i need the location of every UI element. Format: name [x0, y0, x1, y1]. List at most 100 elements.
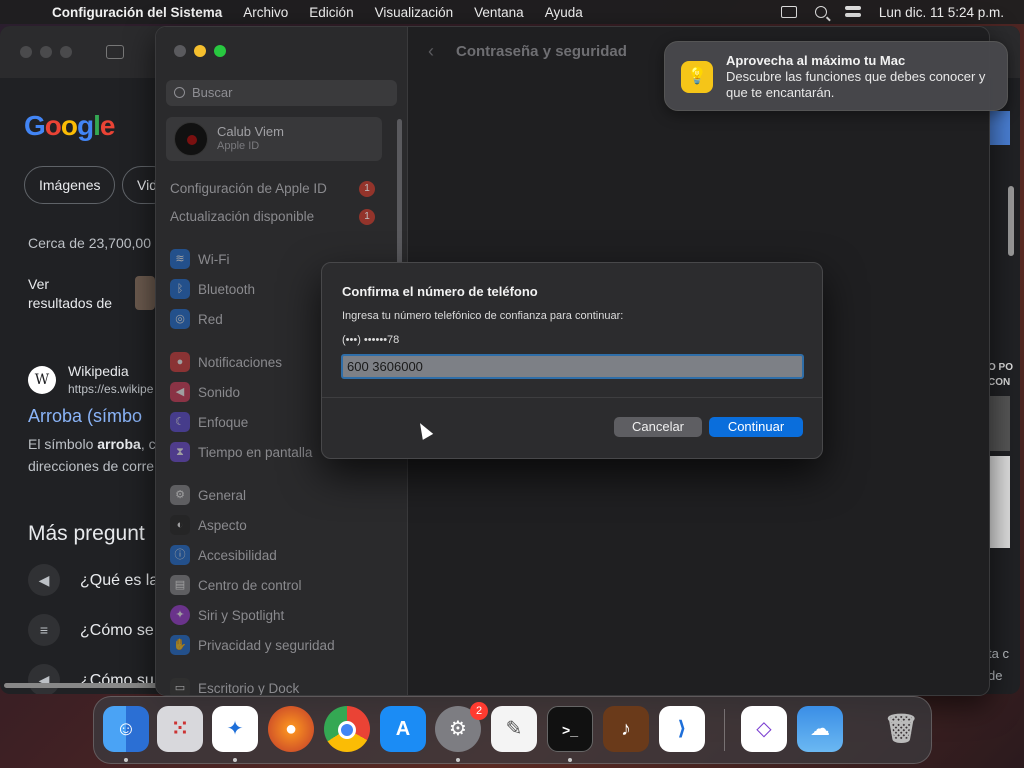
masked-phone-hint: (•••) ••••••78: [342, 334, 400, 346]
moon-icon: ☾: [170, 412, 190, 432]
wiki-snippet-2: direcciones de corre: [28, 458, 155, 474]
search-icon: [174, 87, 185, 98]
sidebar-item-wifi[interactable]: ≋ Wi-Fi: [170, 248, 229, 270]
sidebar-item-tiempo-en-pantalla[interactable]: ⧗ Tiempo en pantalla: [170, 441, 312, 463]
right-text-2: CON: [988, 377, 1011, 388]
window-controls: [174, 45, 226, 57]
gear-icon: ⚙: [170, 485, 190, 505]
speaker-icon: ◀: [28, 664, 60, 694]
sidebar-search-input[interactable]: Buscar: [166, 80, 397, 106]
chip-imagenes[interactable]: Imágenes: [24, 166, 116, 204]
apple-id-account[interactable]: Calub Viem Apple ID: [166, 117, 382, 161]
wiki-site-name: Wikipedia: [68, 363, 129, 379]
right-text-1: O PO: [988, 362, 1014, 373]
sidebar-item-centro-de-control[interactable]: ▤ Centro de control: [170, 574, 302, 596]
wiki-result-link[interactable]: Arroba (símbo: [28, 406, 142, 427]
sidebar-item-sonido[interactable]: ◀ Sonido: [170, 381, 240, 403]
vscode-icon[interactable]: ⟩: [659, 706, 705, 752]
continue-button[interactable]: Continuar: [709, 417, 803, 437]
confirm-phone-dialog: Confirma el número de teléfono Ingresa t…: [321, 262, 823, 459]
faq-item-1[interactable]: ¿Qué es la: [80, 572, 158, 590]
blue-edge-element: [988, 111, 1010, 145]
garageband-icon[interactable]: ♪: [603, 706, 649, 752]
menu-clock[interactable]: Lun dic. 11 5:24 p.m.: [879, 5, 1004, 20]
chrome-icon[interactable]: [324, 706, 370, 752]
notification-badge: 1: [359, 209, 375, 225]
notification-title: Aprovecha al máximo tu Mac: [726, 53, 906, 68]
more-questions-heading: Más pregunt: [28, 522, 145, 545]
close-button[interactable]: [174, 45, 186, 57]
speaker-icon: ◀: [28, 564, 60, 596]
menu-archivo[interactable]: Archivo: [243, 5, 288, 20]
weather-icon[interactable]: ☁: [797, 706, 843, 752]
back-chevron-icon[interactable]: ‹: [428, 41, 434, 62]
sidebar-item-general[interactable]: ⚙ General: [170, 484, 246, 506]
result-thumbnail[interactable]: [135, 276, 155, 310]
sidebar-item-bluetooth[interactable]: ᛒ Bluetooth: [170, 278, 255, 300]
browser-zoom-button[interactable]: [60, 46, 72, 58]
browser-minimize-button[interactable]: [40, 46, 52, 58]
menu-app-name[interactable]: Configuración del Sistema: [52, 5, 222, 20]
dock-separator: [724, 709, 725, 751]
terminal-icon[interactable]: >_: [547, 706, 593, 752]
zoom-button[interactable]: [214, 45, 226, 57]
sidebar-item-siri-spotlight[interactable]: ✦ Siri y Spotlight: [170, 604, 284, 626]
wiki-url[interactable]: https://es.wikipe: [68, 382, 153, 396]
list-icon: ≡: [28, 614, 60, 646]
visual-studio-icon[interactable]: ◇: [741, 706, 787, 752]
page-title: Contraseña y seguridad: [456, 43, 627, 60]
faq-item-2[interactable]: ¿Cómo se: [80, 622, 154, 640]
notification-banner[interactable]: 💡 Aprovecha al máximo tu Mac Descubre la…: [664, 41, 1008, 111]
accessibility-icon: ⓘ: [170, 545, 190, 565]
update-available-row[interactable]: Actualización disponible: [170, 209, 314, 224]
photo-image[interactable]: [988, 456, 1010, 548]
sidebar-item-escritorio-dock[interactable]: ▭ Escritorio y Dock: [170, 677, 299, 695]
notification-badge: 1: [359, 181, 375, 197]
textedit-icon[interactable]: ✎: [491, 706, 537, 752]
browser-close-button[interactable]: [20, 46, 32, 58]
globe-icon: ◎: [170, 309, 190, 329]
sidebar-item-accesibilidad[interactable]: ⓘ Accesibilidad: [170, 544, 277, 566]
sidebar-item-notificaciones[interactable]: ● Notificaciones: [170, 351, 282, 373]
menu-ventana[interactable]: Ventana: [474, 5, 524, 20]
siri-icon: ✦: [170, 605, 190, 625]
control-center-icon[interactable]: [844, 6, 861, 18]
user-subtitle: Apple ID: [217, 140, 260, 152]
sidebar-toggle-icon[interactable]: [106, 45, 124, 59]
bluetooth-icon: ᛒ: [170, 279, 190, 299]
apple-id-settings-row[interactable]: Configuración de Apple ID: [170, 181, 327, 196]
app-store-icon[interactable]: A: [380, 706, 426, 752]
user-name: Calub Viem: [217, 124, 284, 139]
dialog-divider: [322, 397, 822, 398]
menu-visualizacion[interactable]: Visualización: [375, 5, 454, 20]
phone-number-input[interactable]: 600 3606000: [341, 354, 804, 379]
hourglass-icon: ⧗: [170, 442, 190, 462]
control-center-icon: ▤: [170, 575, 190, 595]
cancel-button[interactable]: Cancelar: [614, 417, 702, 437]
launchpad-icon[interactable]: ⁙: [157, 706, 203, 752]
screen-mirroring-icon[interactable]: [780, 6, 797, 18]
sidebar-item-red[interactable]: ◎ Red: [170, 308, 223, 330]
spotlight-search-icon[interactable]: [814, 6, 827, 18]
hand-icon: ✋: [170, 635, 190, 655]
trash-icon[interactable]: 🗑: [878, 706, 924, 752]
menu-bar: Configuración del Sistema Archivo Edició…: [0, 0, 1024, 24]
dock-notification-badge: 2: [470, 702, 488, 720]
sidebar-item-privacidad[interactable]: ✋ Privacidad y seguridad: [170, 634, 335, 656]
menu-edicion[interactable]: Edición: [309, 5, 353, 20]
google-logo[interactable]: Google: [24, 110, 115, 142]
speaker-icon: ◀: [170, 382, 190, 402]
sidebar-item-enfoque[interactable]: ☾ Enfoque: [170, 411, 248, 433]
minimize-button[interactable]: [194, 45, 206, 57]
keyboard-image[interactable]: [988, 396, 1010, 451]
firefox-icon[interactable]: ●: [268, 706, 314, 752]
finder-icon[interactable]: ☺: [103, 706, 149, 752]
dialog-title: Confirma el número de teléfono: [342, 284, 538, 299]
right-text-3: ta c: [988, 646, 1009, 661]
vertical-scrollbar[interactable]: [1008, 186, 1014, 256]
sidebar-item-aspecto[interactable]: ◐ Aspecto: [170, 514, 247, 536]
sidebar-scrollbar[interactable]: [397, 119, 402, 269]
appearance-icon: ◐: [170, 515, 190, 535]
menu-ayuda[interactable]: Ayuda: [545, 5, 583, 20]
safari-icon[interactable]: ✦: [212, 706, 258, 752]
